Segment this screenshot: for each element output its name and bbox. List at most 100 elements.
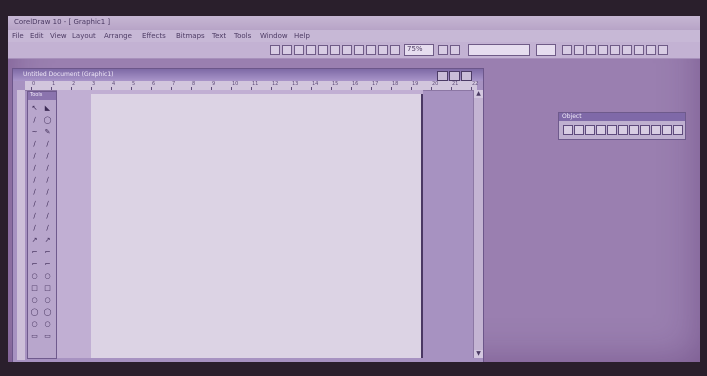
drawing-canvas-area[interactable] xyxy=(57,90,423,358)
export-icon[interactable] xyxy=(390,45,400,55)
ellipse-tool-icon[interactable]: ○ xyxy=(30,296,39,305)
menu-edit[interactable]: Edit xyxy=(30,32,44,40)
align-right-icon[interactable] xyxy=(622,45,632,55)
tool-icon[interactable]: ⌐ xyxy=(30,260,39,269)
palette-tool-icon[interactable] xyxy=(585,125,595,135)
ruler-tick-label: 21 xyxy=(452,81,459,87)
menu-help[interactable]: Help xyxy=(294,32,310,40)
palette-tool-icon[interactable] xyxy=(651,125,661,135)
polygon-tool-icon[interactable]: ◯ xyxy=(30,308,39,317)
palette-tool-icon[interactable] xyxy=(574,125,584,135)
smart-fill-tool-icon[interactable]: ∕ xyxy=(30,176,39,185)
rectangle-tool-icon[interactable]: □ xyxy=(43,284,52,293)
ruler-tick-label: 2 xyxy=(72,81,76,87)
tool-icon[interactable]: ∕ xyxy=(43,224,52,233)
ruler-tick-label: 13 xyxy=(292,81,299,87)
tool-icon[interactable]: ↗ xyxy=(43,236,52,245)
new-icon[interactable] xyxy=(270,45,280,55)
close-button[interactable] xyxy=(461,71,472,81)
outline-tool-icon[interactable]: ∕ xyxy=(43,200,52,209)
smart-draw-tool-icon[interactable]: ∕ xyxy=(43,176,52,185)
text-format-icon[interactable] xyxy=(658,45,668,55)
knife-tool-icon[interactable]: ∕ xyxy=(30,116,39,125)
text-tool-icon[interactable]: ▭ xyxy=(30,332,39,341)
zoom-level-select[interactable]: 75% xyxy=(404,44,434,56)
menu-tools[interactable]: Tools xyxy=(234,32,251,40)
undo-icon[interactable] xyxy=(354,45,364,55)
tool-icon[interactable]: ⌐ xyxy=(30,248,39,257)
menu-layout[interactable]: Layout xyxy=(72,32,96,40)
tool-icon[interactable]: ⌐ xyxy=(43,248,52,257)
scroll-up-icon[interactable]: ▲ xyxy=(474,90,483,98)
palette-tool-icon[interactable] xyxy=(596,125,606,135)
polygon-tool-icon[interactable]: ◯ xyxy=(43,308,52,317)
palette-tool-icon[interactable] xyxy=(673,125,683,135)
ellipse-tool-icon[interactable]: ○ xyxy=(30,272,39,281)
calligraphy-tool-icon[interactable]: ∕ xyxy=(43,152,52,161)
line-tool-icon[interactable]: ∕ xyxy=(30,140,39,149)
ellipse-tool-icon[interactable]: ○ xyxy=(43,272,52,281)
scroll-down-icon[interactable]: ▼ xyxy=(474,350,483,358)
pick-tool-icon[interactable]: ↖ xyxy=(30,104,39,113)
font-size-select[interactable] xyxy=(536,44,556,56)
ellipse-tool-icon[interactable]: ○ xyxy=(43,296,52,305)
table-tool-icon[interactable]: ▭ xyxy=(43,332,52,341)
import-icon[interactable] xyxy=(378,45,388,55)
freehand-tool-icon[interactable]: ~ xyxy=(30,128,39,137)
bullet-icon[interactable] xyxy=(634,45,644,55)
palette-tool-icon[interactable] xyxy=(607,125,617,135)
menu-bitmaps[interactable]: Bitmaps xyxy=(176,32,205,40)
help-icon[interactable] xyxy=(450,45,460,55)
align-left-icon[interactable] xyxy=(598,45,608,55)
indent-icon[interactable] xyxy=(646,45,656,55)
menu-window[interactable]: Window xyxy=(260,32,288,40)
maximize-button[interactable] xyxy=(449,71,460,81)
tool-icon[interactable]: ∕ xyxy=(30,224,39,233)
eyedropper-tool-icon[interactable]: ∕ xyxy=(30,200,39,209)
drawing-page[interactable] xyxy=(91,94,421,358)
connector-tool-icon[interactable]: ∕ xyxy=(43,164,52,173)
pen-tool-icon[interactable]: ✎ xyxy=(43,128,52,137)
print-icon[interactable] xyxy=(306,45,316,55)
transparency-tool-icon[interactable]: ∕ xyxy=(43,212,52,221)
vertical-scrollbar[interactable]: ▲ ▼ xyxy=(473,90,483,358)
palette-tool-icon[interactable] xyxy=(640,125,650,135)
mesh-tool-icon[interactable]: ∕ xyxy=(43,188,52,197)
save-icon[interactable] xyxy=(294,45,304,55)
font-select[interactable] xyxy=(468,44,530,56)
menu-text[interactable]: Text xyxy=(212,32,226,40)
palette-tool-icon[interactable] xyxy=(662,125,672,135)
zoom-tool-icon[interactable]: ◯ xyxy=(43,116,52,125)
redo-icon[interactable] xyxy=(366,45,376,55)
ruler-tick-label: 19 xyxy=(412,81,419,87)
palette-tool-icon[interactable] xyxy=(618,125,628,135)
fill-tool-icon[interactable]: ∕ xyxy=(30,212,39,221)
tool-icon[interactable]: ⌐ xyxy=(43,260,52,269)
interactive-tool-icon[interactable]: ∕ xyxy=(30,188,39,197)
italic-icon[interactable] xyxy=(574,45,584,55)
palette-tool-icon[interactable] xyxy=(629,125,639,135)
dimension-tool-icon[interactable]: ∕ xyxy=(30,164,39,173)
underline-icon[interactable] xyxy=(586,45,596,55)
ellipse-tool-icon[interactable]: ○ xyxy=(30,320,39,329)
open-icon[interactable] xyxy=(282,45,292,55)
artistic-media-tool-icon[interactable]: ∕ xyxy=(30,152,39,161)
menu-view[interactable]: View xyxy=(50,32,67,40)
bezier-tool-icon[interactable]: ∕ xyxy=(43,140,52,149)
menu-effects[interactable]: Effects xyxy=(142,32,166,40)
minimize-button[interactable] xyxy=(437,71,448,81)
cut-icon[interactable] xyxy=(318,45,328,55)
tool-icon[interactable]: ↗ xyxy=(30,236,39,245)
copy-icon[interactable] xyxy=(330,45,340,55)
bold-icon[interactable] xyxy=(562,45,572,55)
paste-icon[interactable] xyxy=(342,45,352,55)
shape-tool-icon[interactable]: ◣ xyxy=(43,104,52,113)
align-center-icon[interactable] xyxy=(610,45,620,55)
zoom-icon[interactable] xyxy=(438,45,448,55)
menu-file[interactable]: File xyxy=(12,32,24,40)
rectangle-tool-icon[interactable]: □ xyxy=(30,284,39,293)
ruler-tick-label: 22 xyxy=(472,81,479,87)
ellipse-tool-icon[interactable]: ○ xyxy=(43,320,52,329)
menu-arrange[interactable]: Arrange xyxy=(104,32,132,40)
palette-tool-icon[interactable] xyxy=(563,125,573,135)
